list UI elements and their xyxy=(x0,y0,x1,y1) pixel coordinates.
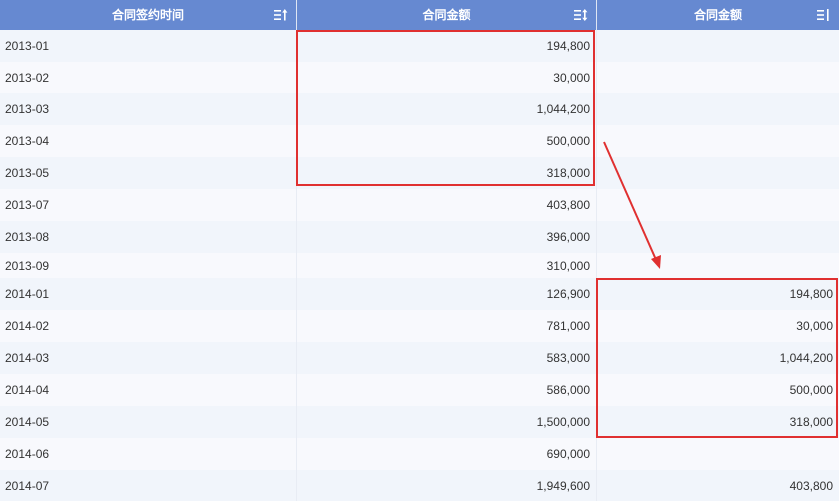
cell-contract-date: 2014-04 xyxy=(0,374,297,406)
cell-contract-amount: 583,000 xyxy=(297,342,597,374)
cell-contract-amount: 194,800 xyxy=(297,30,597,62)
table-row[interactable]: 2013-07 403,800 xyxy=(0,189,839,221)
cell-contract-amount: 1,044,200 xyxy=(297,93,597,125)
cell-contract-amount-2 xyxy=(597,157,839,189)
column-header-contract-amount-2[interactable]: 合同金额 xyxy=(597,0,839,30)
cell-contract-amount: 30,000 xyxy=(297,62,597,93)
cell-contract-date: 2014-05 xyxy=(0,406,297,438)
cell-contract-date: 2014-01 xyxy=(0,278,297,310)
cell-contract-amount-2: 318,000 xyxy=(789,415,833,429)
cell-contract-date: 2013-02 xyxy=(0,62,297,93)
table-row[interactable]: 2014-02 781,000 30,000 xyxy=(0,310,839,342)
data-table: 合同签约时间 合同金额 合同金额 2013-01 194,800 2013-02… xyxy=(0,0,839,501)
table-row[interactable]: 2013-03 1,044,200 xyxy=(0,93,839,125)
cell-contract-date: 2013-04 xyxy=(0,125,297,157)
table-row[interactable]: 2013-04 500,000 xyxy=(0,125,839,157)
table-row[interactable]: 2014-06 690,000 xyxy=(0,438,839,470)
sort-ascending-icon[interactable] xyxy=(274,0,288,30)
cell-contract-amount: 403,800 xyxy=(297,189,597,221)
cell-contract-amount: 310,000 xyxy=(297,253,597,278)
cell-contract-date: 2013-01 xyxy=(0,30,297,62)
cell-contract-amount: 586,000 xyxy=(297,374,597,406)
cell-contract-amount: 1,949,600 xyxy=(297,470,597,501)
cell-contract-amount-2 xyxy=(597,62,839,93)
sort-both-icon[interactable] xyxy=(574,0,588,30)
cell-contract-date: 2013-09 xyxy=(0,253,297,278)
table-row[interactable]: 2013-09 310,000 xyxy=(0,253,839,278)
table-row[interactable]: 2013-08 396,000 xyxy=(0,221,839,253)
table-row[interactable]: 2014-03 583,000 1,044,200 xyxy=(0,342,839,374)
cell-contract-amount-2: 30,000 xyxy=(796,319,833,333)
cell-contract-amount: 396,000 xyxy=(297,221,597,253)
cell-contract-date: 2013-05 xyxy=(0,157,297,189)
cell-contract-amount: 781,000 xyxy=(297,310,597,342)
cell-contract-amount: 1,500,000 xyxy=(297,406,597,438)
cell-contract-date: 2013-07 xyxy=(0,189,297,221)
cell-contract-amount-2: 194,800 xyxy=(789,287,833,301)
table-row[interactable]: 2014-04 586,000 500,000 xyxy=(0,374,839,406)
cell-contract-amount-2 xyxy=(597,253,839,278)
cell-contract-amount: 126,900 xyxy=(297,278,597,310)
cell-contract-date: 2013-08 xyxy=(0,221,297,253)
cell-contract-amount-2: 500,000 xyxy=(789,383,833,397)
table-row[interactable]: 2013-05 318,000 xyxy=(0,157,839,189)
cell-contract-amount-2 xyxy=(597,189,839,221)
column-header-label: 合同金额 xyxy=(693,8,742,22)
cell-contract-amount-2: 403,800 xyxy=(789,478,833,493)
column-header-label: 合同金额 xyxy=(422,8,471,22)
table-row[interactable]: 2013-01 194,800 xyxy=(0,30,839,62)
cell-contract-amount: 318,000 xyxy=(297,157,597,189)
table-row[interactable]: 2013-02 30,000 xyxy=(0,62,839,93)
cell-contract-amount-2 xyxy=(597,438,839,470)
cell-contract-date: 2013-03 xyxy=(0,93,297,125)
table-row[interactable]: 2014-07 1,949,600 403,800 xyxy=(0,470,839,501)
table-row[interactable]: 2014-05 1,500,000 318,000 xyxy=(0,406,839,438)
column-header-contract-amount[interactable]: 合同金额 xyxy=(297,0,597,30)
cell-contract-amount-2: 1,044,200 xyxy=(779,351,833,365)
cell-contract-amount-2 xyxy=(597,125,839,157)
sort-icon[interactable] xyxy=(817,0,831,30)
cell-contract-amount-2 xyxy=(597,221,839,253)
cell-contract-amount-2 xyxy=(597,30,839,62)
cell-contract-date: 2014-06 xyxy=(0,438,297,470)
table-header: 合同签约时间 合同金额 合同金额 xyxy=(0,0,839,30)
cell-contract-date: 2014-02 xyxy=(0,310,297,342)
cell-contract-amount: 500,000 xyxy=(297,125,597,157)
cell-contract-date: 2014-03 xyxy=(0,342,297,374)
column-header-label: 合同签约时间 xyxy=(111,8,184,22)
cell-contract-date: 2014-07 xyxy=(0,470,297,501)
cell-contract-amount: 690,000 xyxy=(297,438,597,470)
cell-contract-amount-2 xyxy=(597,93,839,125)
table-row[interactable]: 2014-01 126,900 194,800 xyxy=(0,278,839,310)
column-header-contract-date[interactable]: 合同签约时间 xyxy=(0,0,297,30)
